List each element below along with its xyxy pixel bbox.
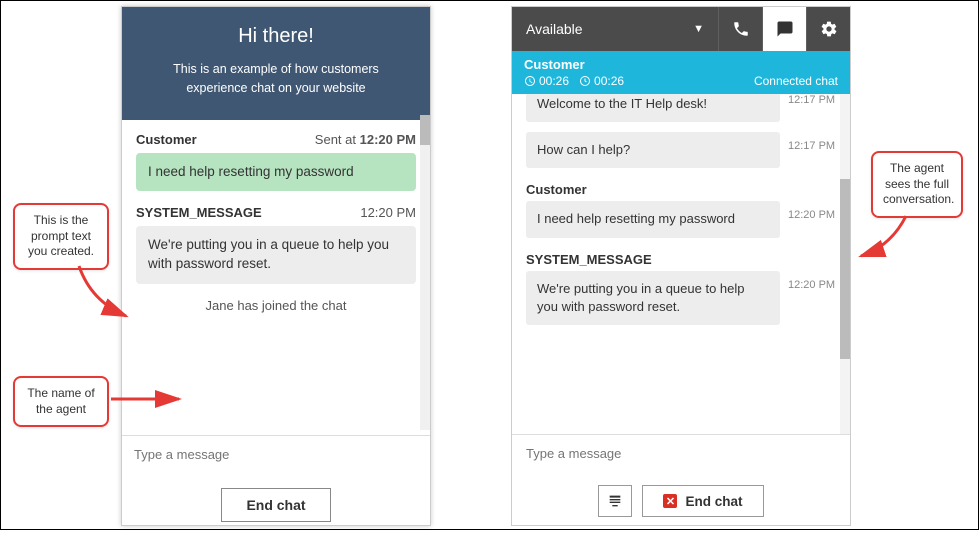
timer-icon xyxy=(579,75,591,87)
quick-response-button[interactable] xyxy=(598,485,632,517)
agent-input-area xyxy=(512,434,850,473)
message-bubble: I need help resetting my password xyxy=(136,153,416,192)
agent-message-time: 12:17 PM xyxy=(788,140,836,152)
callout-prompt-text: This is the prompt text you created. xyxy=(13,203,109,270)
arrow-1 xyxy=(71,261,141,336)
message-block: Customer Sent at 12:20 PM I need help re… xyxy=(136,132,416,192)
customer-footer: End chat xyxy=(122,474,430,536)
customer-chat-header: Hi there! This is an example of how cust… xyxy=(122,7,430,120)
status-label: Available xyxy=(526,21,583,37)
callout-full-conversation: The agent sees the full conversation. xyxy=(871,151,963,218)
agent-end-chat-button[interactable]: ✕ End chat xyxy=(642,485,763,517)
agent-message-time: 12:20 PM xyxy=(788,209,836,221)
arrow-3 xyxy=(851,211,911,276)
join-message: Jane has joined the chat xyxy=(136,298,416,313)
agent-chat-body: Welcome to the IT Help desk! 12:17 PM Ho… xyxy=(512,94,850,434)
contact-icon xyxy=(607,493,623,509)
agent-footer: ✕ End chat xyxy=(512,473,850,529)
agent-message-row: I need help resetting my password 12:20 … xyxy=(512,201,836,237)
agent-message-time: 12:17 PM xyxy=(788,94,836,106)
status-timers: 00:26 00:26 xyxy=(524,74,624,88)
clock-icon xyxy=(524,75,536,87)
phone-button[interactable] xyxy=(718,7,762,51)
agent-sender-label: Customer xyxy=(512,178,836,201)
end-chat-button[interactable]: End chat xyxy=(221,488,330,522)
customer-chat-panel: Hi there! This is an example of how cust… xyxy=(121,6,431,526)
agent-message-input[interactable] xyxy=(526,446,836,461)
customer-input-area xyxy=(122,435,430,474)
settings-button[interactable] xyxy=(806,7,850,51)
agent-message-bubble: Welcome to the IT Help desk! xyxy=(526,94,780,122)
agent-sender-label: SYSTEM_MESSAGE xyxy=(512,248,836,271)
arrow-2 xyxy=(109,389,189,414)
agent-scrollbar-thumb[interactable] xyxy=(840,179,850,359)
agent-message-bubble: How can I help? xyxy=(526,132,780,168)
toolbar-buttons xyxy=(718,7,850,51)
agent-message-bubble: We're putting you in a queue to help you… xyxy=(526,271,780,325)
chat-icon xyxy=(776,20,794,38)
agent-toolbar: Available ▼ xyxy=(512,7,850,51)
status-dropdown[interactable]: Available ▼ xyxy=(512,7,718,51)
agent-message-row: How can I help? 12:17 PM xyxy=(512,132,836,168)
connected-label: Connected chat xyxy=(754,74,838,88)
message-bubble: We're putting you in a queue to help you… xyxy=(136,226,416,284)
chevron-down-icon: ▼ xyxy=(693,23,704,35)
customer-chat-body: Customer Sent at 12:20 PM I need help re… xyxy=(122,120,430,435)
end-chat-label: End chat xyxy=(685,494,742,509)
agent-panel: Available ▼ Customer 00:26 xyxy=(511,6,851,526)
timer-2: 00:26 xyxy=(579,74,624,88)
callout-agent-name: The name of the agent xyxy=(13,376,109,427)
message-sender: SYSTEM_MESSAGE xyxy=(136,205,262,220)
agent-message-time: 12:20 PM xyxy=(788,279,836,291)
message-time: 12:20 PM xyxy=(360,205,416,220)
message-time: Sent at 12:20 PM xyxy=(315,132,416,147)
header-subtitle: This is an example of how customers expe… xyxy=(142,60,410,98)
chat-button[interactable] xyxy=(762,7,806,51)
agent-status-bar: Customer 00:26 00:26 Connected chat xyxy=(512,51,850,94)
header-title: Hi there! xyxy=(142,25,410,48)
message-input[interactable] xyxy=(134,447,418,462)
agent-message-bubble: I need help resetting my password xyxy=(526,201,780,237)
agent-customer-label: Customer xyxy=(524,57,838,72)
message-header: Customer Sent at 12:20 PM xyxy=(136,132,416,147)
phone-icon xyxy=(732,20,750,38)
agent-message-row: We're putting you in a queue to help you… xyxy=(512,271,836,325)
gear-icon xyxy=(820,20,838,38)
agent-message-row: Welcome to the IT Help desk! 12:17 PM xyxy=(512,94,836,122)
timer-1: 00:26 xyxy=(524,74,569,88)
message-block: SYSTEM_MESSAGE 12:20 PM We're putting yo… xyxy=(136,205,416,284)
message-header: SYSTEM_MESSAGE 12:20 PM xyxy=(136,205,416,220)
close-icon: ✕ xyxy=(663,494,677,508)
message-sender: Customer xyxy=(136,132,197,147)
